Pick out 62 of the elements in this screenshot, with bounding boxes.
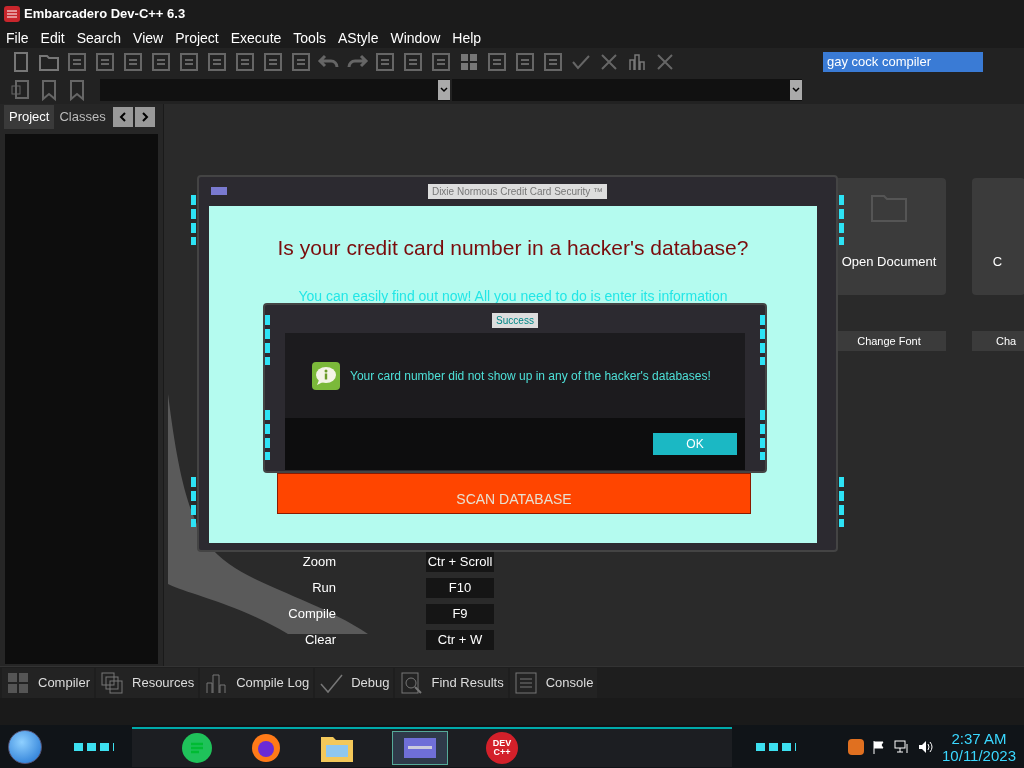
menu-item[interactable]: Project (169, 27, 225, 49)
sidebar-tab[interactable]: Classes (54, 105, 111, 129)
chat-app-icon[interactable] (182, 732, 212, 763)
search-icon (399, 670, 424, 695)
menu-item[interactable]: Help (446, 27, 488, 49)
taskbar-lights-icon (74, 742, 114, 751)
browser-app-icon[interactable] (250, 731, 282, 764)
flag-icon[interactable] (872, 739, 887, 754)
taskbar-lights-icon (756, 742, 796, 751)
dropdown-field[interactable] (452, 79, 802, 101)
menu-item[interactable]: File (0, 27, 35, 49)
start-button[interactable] (8, 729, 42, 764)
java-tray-icon[interactable] (848, 738, 865, 755)
app-logo-icon (4, 6, 20, 22)
console-icon (513, 670, 538, 695)
message-title: Success (492, 313, 538, 328)
dev-cpp-app-icon[interactable]: DEV C++ (486, 731, 518, 764)
folder-icon (871, 194, 907, 222)
window-title: Embarcadero Dev-C++ 6.3 (24, 5, 186, 24)
dropdown-field[interactable] (100, 79, 450, 101)
light-strip-icon (191, 195, 196, 245)
chevron-right-icon[interactable] (134, 107, 155, 127)
shortcut-action: Run (311, 579, 336, 598)
clock-date: 10/11/2023 (942, 746, 1016, 764)
menu-item[interactable]: Tools (287, 27, 332, 49)
speaker-icon[interactable] (918, 739, 935, 754)
light-strip-icon (265, 410, 270, 460)
light-strip-icon (191, 477, 196, 527)
light-strip-icon (265, 315, 270, 365)
shortcut-keys: Ctr + Scroll (426, 552, 494, 572)
light-strip-icon (760, 315, 765, 365)
menu-item[interactable]: AStyle (332, 27, 385, 49)
message-text: Your card number did not show up in any of the hacker's databases! (350, 368, 711, 385)
welcome-button[interactable]: Cha (972, 331, 1024, 351)
shortcut-action: Compile (287, 605, 336, 624)
menu-item[interactable]: View (127, 27, 170, 49)
menu-item[interactable]: Window (384, 27, 447, 49)
shortcut-keys: F9 (426, 604, 494, 624)
network-icon[interactable] (894, 739, 911, 754)
grid-icon (6, 670, 30, 695)
shortcut-action: Zoom (301, 553, 336, 572)
welcome-card[interactable]: C (972, 178, 1024, 295)
info-icon (312, 362, 340, 390)
light-strip-icon (839, 477, 844, 527)
shortcut-keys: F10 (426, 578, 494, 598)
dialog-heading: Is your credit card number in a hacker's database? (277, 235, 749, 261)
shortcut-keys: Ctr + W (426, 630, 494, 650)
search-field[interactable]: gay cock compiler (823, 52, 983, 72)
app-icon (211, 187, 227, 195)
menu-item[interactable]: Search (70, 27, 128, 49)
menu-item[interactable]: Execute (224, 27, 288, 49)
clock-time: 2:37 AM (951, 729, 1007, 747)
stacked-pages-icon (100, 670, 124, 695)
light-strip-icon (760, 410, 765, 460)
dialog-subtitle: You can easily find out now! All you need to do is enter its information (298, 286, 728, 306)
shortcut-action: Clear (303, 631, 336, 650)
chevron-left-icon[interactable] (112, 107, 133, 127)
window-app-icon[interactable] (392, 730, 448, 765)
menu-item[interactable]: Edit (34, 27, 71, 49)
dialog-title: Dixie Normous Credit Card Security ™ (427, 184, 608, 199)
light-strip-icon (839, 195, 844, 245)
sidebar-tab[interactable]: Project (4, 105, 55, 129)
